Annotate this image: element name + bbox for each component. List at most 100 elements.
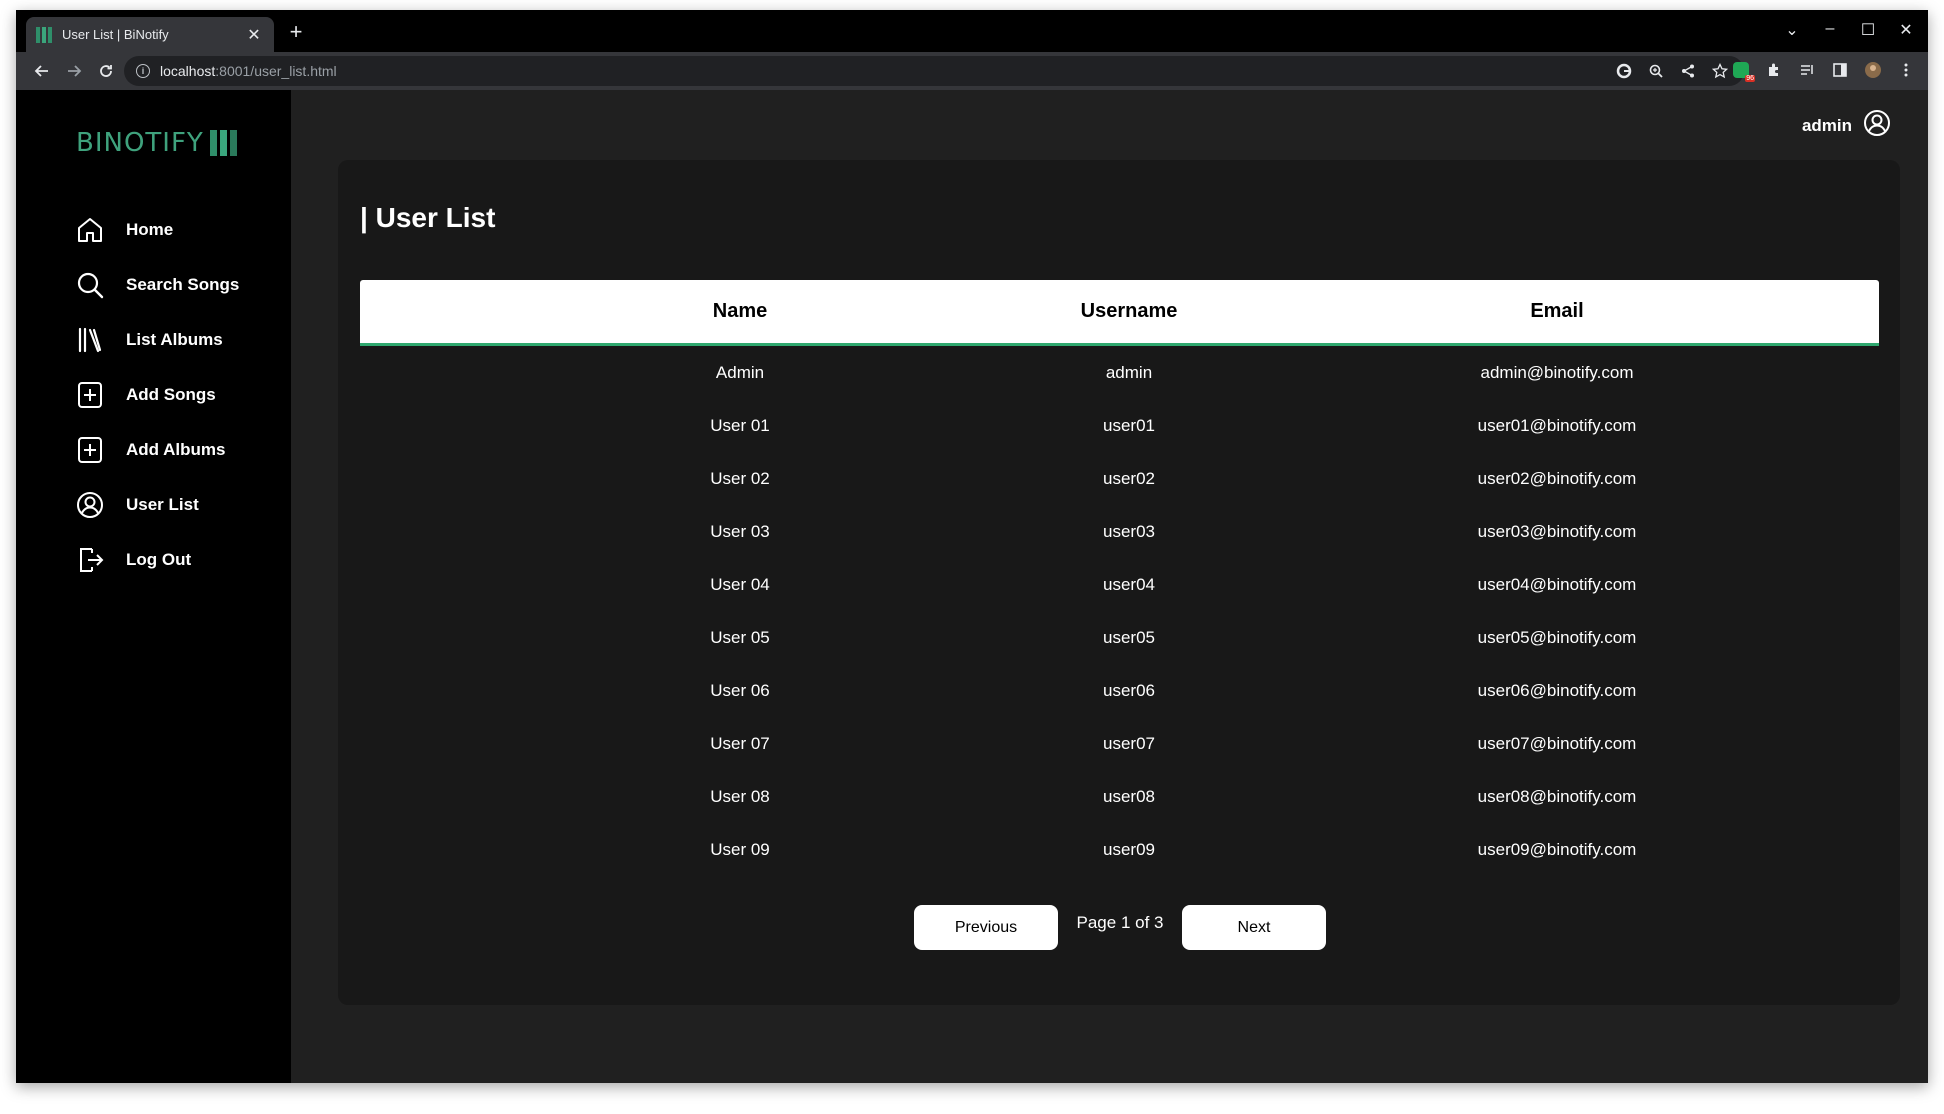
share-icon[interactable]: [1678, 61, 1698, 81]
user-table: Name Username Email Admin admin admin@bino…: [360, 280, 1879, 876]
sidebar-item-user-list[interactable]: User List: [74, 477, 239, 532]
extension-badge-count: 96: [1745, 75, 1755, 82]
binotify-favicon-icon: [36, 26, 52, 43]
sidebar-item-label: List Albums: [126, 329, 223, 349]
cell-username: user01: [1103, 415, 1155, 435]
sidebar-item-list-albums[interactable]: List Albums: [74, 312, 239, 367]
cell-email: user02@binotify.com: [1477, 468, 1637, 488]
table-row: User 06 user06 user06@binotify.com: [360, 664, 1879, 717]
cell-name: User 01: [710, 415, 770, 435]
site-info-icon[interactable]: i: [136, 64, 150, 78]
browser-tab[interactable]: User List | BiNotify ✕: [26, 17, 274, 52]
cell-username: user04: [1103, 574, 1155, 594]
logo-text: BINOTIFY: [76, 128, 204, 158]
cell-name: User 08: [710, 786, 770, 806]
sidebar-item-add-albums[interactable]: Add Albums: [74, 422, 239, 477]
cell-email: admin@binotify.com: [1480, 362, 1634, 382]
google-icon[interactable]: [1614, 61, 1634, 81]
forward-arrow-icon[interactable]: [60, 57, 88, 85]
table-header: Name Username Email: [360, 280, 1879, 346]
cell-name: User 03: [710, 521, 770, 541]
plus-square-icon: [74, 434, 106, 466]
omnibox-actions: [1614, 61, 1730, 81]
sidebar: BINOTIFY Home Search Songs List Albums A…: [16, 90, 291, 1083]
sidebar-item-label: Home: [126, 219, 174, 239]
sidebar-item-label: Add Songs: [126, 384, 216, 404]
extensions-area: 96: [1731, 60, 1916, 82]
close-window-icon[interactable]: ✕: [1898, 20, 1914, 40]
table-row: User 01 user01 user01@binotify.com: [360, 399, 1879, 452]
plus-square-icon: [74, 379, 106, 411]
sidebar-item-label: Log Out: [126, 549, 192, 569]
browser-menu-icon[interactable]: [1896, 60, 1916, 80]
logout-icon: [74, 544, 106, 576]
table-row: User 07 user07 user07@binotify.com: [360, 717, 1879, 770]
page-info: Page 1 of 3: [1076, 913, 1164, 932]
library-icon: [74, 324, 106, 356]
table-row: User 09 user09 user09@binotify.com: [360, 823, 1879, 876]
sidebar-item-label: Search Songs: [126, 274, 240, 294]
table-row: User 04 user04 user04@binotify.com: [360, 558, 1879, 611]
user-menu[interactable]: admin: [1802, 108, 1892, 143]
puzzle-extensions-icon[interactable]: [1764, 60, 1784, 80]
cell-email: user05@binotify.com: [1477, 627, 1637, 647]
cell-name: User 02: [710, 468, 770, 488]
cell-username: user09: [1103, 839, 1155, 859]
window-controls: ⌄ – ☐ ✕: [1784, 20, 1914, 40]
cell-email: user01@binotify.com: [1477, 415, 1637, 435]
zoom-icon[interactable]: [1646, 61, 1666, 81]
previous-button[interactable]: Previous: [914, 905, 1058, 950]
table-row: User 03 user03 user03@binotify.com: [360, 505, 1879, 558]
address-bar[interactable]: i localhost:8001/user_list.html: [124, 56, 1744, 86]
table-body: Admin admin admin@binotify.com User 01 user0…: [360, 346, 1879, 876]
next-button[interactable]: Next: [1182, 905, 1326, 950]
side-panel-icon[interactable]: [1830, 60, 1850, 80]
tab-strip: User List | BiNotify ✕ + ⌄ – ☐ ✕: [16, 10, 1928, 52]
maximize-icon[interactable]: ☐: [1860, 20, 1876, 40]
binotify-logo[interactable]: BINOTIFY: [76, 128, 237, 158]
cell-username: admin: [1105, 362, 1153, 382]
tab-title: User List | BiNotify: [62, 27, 169, 42]
cell-email: user08@binotify.com: [1477, 786, 1637, 806]
profile-avatar-icon[interactable]: [1863, 60, 1883, 80]
sidebar-item-add-songs[interactable]: Add Songs: [74, 367, 239, 422]
extension-badge-icon[interactable]: 96: [1731, 60, 1755, 82]
cell-email: user09@binotify.com: [1477, 839, 1637, 859]
cell-name: User 06: [710, 680, 770, 700]
reading-list-icon[interactable]: [1797, 60, 1817, 80]
home-icon: [74, 214, 106, 246]
sidebar-item-home[interactable]: Home: [74, 202, 239, 257]
tab-close-icon[interactable]: ✕: [244, 25, 264, 45]
user-list-card: | User List Name Username Email Admin adm…: [338, 160, 1900, 1005]
user-circle-icon: [74, 489, 106, 521]
new-tab-icon[interactable]: +: [284, 21, 308, 43]
cell-name: User 05: [710, 627, 770, 647]
cell-name: User 04: [710, 574, 770, 594]
url-path: :8001/user_list.html: [215, 63, 337, 79]
cell-email: user06@binotify.com: [1477, 680, 1637, 700]
sidebar-nav: Home Search Songs List Albums Add Songs …: [74, 202, 239, 587]
column-header-name[interactable]: Name: [590, 300, 890, 323]
column-header-username[interactable]: Username: [994, 300, 1264, 323]
sidebar-item-label: Add Albums: [126, 439, 226, 459]
minimize-icon[interactable]: –: [1822, 20, 1838, 40]
cell-username: user07: [1103, 733, 1155, 753]
cell-name: User 07: [710, 733, 770, 753]
table-row: User 02 user02 user02@binotify.com: [360, 452, 1879, 505]
cell-username: user06: [1103, 680, 1155, 700]
cell-username: user03: [1103, 521, 1155, 541]
back-arrow-icon[interactable]: [28, 57, 56, 85]
bookmark-star-icon[interactable]: [1710, 61, 1730, 81]
tab-search-chevron-icon[interactable]: ⌄: [1784, 20, 1800, 40]
column-header-email[interactable]: Email: [1382, 300, 1732, 323]
app-page: BINOTIFY Home Search Songs List Albums A…: [16, 90, 1928, 1083]
sidebar-item-search-songs[interactable]: Search Songs: [74, 257, 239, 312]
cell-email: user07@binotify.com: [1477, 733, 1637, 753]
sidebar-item-log-out[interactable]: Log Out: [74, 532, 239, 587]
table-row: User 05 user05 user05@binotify.com: [360, 611, 1879, 664]
reload-icon[interactable]: [92, 57, 120, 85]
cell-username: user08: [1103, 786, 1155, 806]
browser-window: User List | BiNotify ✕ + ⌄ – ☐ ✕ i local…: [16, 10, 1928, 1083]
cell-email: user03@binotify.com: [1477, 521, 1637, 541]
user-circle-icon: [1862, 108, 1892, 143]
